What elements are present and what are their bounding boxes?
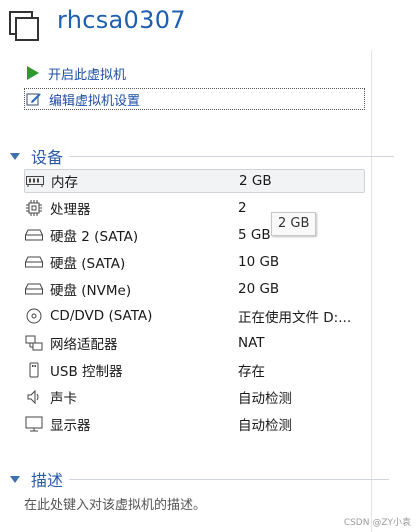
start-vm-link[interactable]: 开启此虚拟机 <box>24 62 126 84</box>
memory-tooltip: 2 GB <box>271 212 317 236</box>
edit-vm-settings-link[interactable]: 编辑虚拟机设置 <box>24 88 365 110</box>
device-row-sound-card[interactable]: 声卡 自动检测 <box>24 385 365 409</box>
description-section-header[interactable]: 描述 <box>10 467 390 491</box>
device-name: 处理器 <box>50 202 91 218</box>
device-row-cd-dvd[interactable]: CD/DVD (SATA) 正在使用文件 D:... <box>24 304 365 328</box>
description-heading: 描述 <box>31 471 64 490</box>
description-input[interactable]: 在此处键入对该虚拟机的描述。 <box>24 494 206 513</box>
device-value: NAT <box>238 335 265 351</box>
speaker-icon <box>24 387 44 407</box>
device-name: USB 控制器 <box>50 364 123 380</box>
device-row-hard-disk-nvme[interactable]: 硬盘 (NVMe) 20 GB <box>24 277 365 301</box>
section-rule <box>69 478 390 480</box>
display-icon <box>24 414 44 434</box>
edit-settings-icon <box>25 90 43 108</box>
processor-icon <box>24 198 44 218</box>
device-name: 声卡 <box>50 391 77 407</box>
hard-disk-icon <box>24 279 44 299</box>
device-row-memory[interactable]: 内存 2 GB <box>24 169 365 193</box>
vm-header: rhcsa0307 <box>0 0 417 50</box>
watermark: CSDN @ZY小袁 <box>343 518 411 528</box>
devices-section-header[interactable]: 设备 <box>10 144 395 168</box>
panel-divider <box>371 50 372 532</box>
device-row-usb-controller[interactable]: USB 控制器 存在 <box>24 358 365 382</box>
memory-icon <box>25 171 45 191</box>
hard-disk-icon <box>24 225 44 245</box>
device-value: 20 GB <box>238 281 280 297</box>
devices-heading: 设备 <box>31 148 64 167</box>
device-value: 正在使用文件 D:... <box>238 310 352 326</box>
usb-icon <box>24 360 44 380</box>
device-name: CD/DVD (SATA) <box>50 308 153 324</box>
device-value: 自动检测 <box>238 391 292 407</box>
device-value: 自动检测 <box>238 418 292 434</box>
cd-dvd-icon <box>24 306 44 326</box>
device-value: 2 GB <box>239 173 272 189</box>
device-value: 10 GB <box>238 254 280 270</box>
device-value: 5 GB <box>238 227 271 243</box>
section-rule <box>69 155 395 157</box>
device-value: 2 <box>238 200 247 216</box>
play-icon <box>24 64 42 82</box>
virtual-machine-icon <box>9 11 39 41</box>
device-row-display[interactable]: 显示器 自动检测 <box>24 412 365 436</box>
hard-disk-icon <box>24 252 44 272</box>
device-row-network-adapter[interactable]: 网络适配器 NAT <box>24 331 365 355</box>
device-name: 硬盘 2 (SATA) <box>50 229 139 245</box>
device-name: 网络适配器 <box>50 337 118 353</box>
network-adapter-icon <box>24 333 44 353</box>
edit-vm-settings-label: 编辑虚拟机设置 <box>49 93 141 109</box>
device-row-hard-disk-sata[interactable]: 硬盘 (SATA) 10 GB <box>24 250 365 274</box>
vm-title: rhcsa0307 <box>57 6 186 34</box>
collapse-triangle-icon[interactable] <box>10 475 20 483</box>
device-name: 内存 <box>51 175 78 191</box>
device-name: 硬盘 (SATA) <box>50 256 126 272</box>
device-name: 硬盘 (NVMe) <box>50 283 132 299</box>
collapse-triangle-icon[interactable] <box>10 152 20 160</box>
start-vm-label: 开启此虚拟机 <box>48 67 127 83</box>
device-name: 显示器 <box>50 418 91 434</box>
device-value: 存在 <box>238 364 265 380</box>
